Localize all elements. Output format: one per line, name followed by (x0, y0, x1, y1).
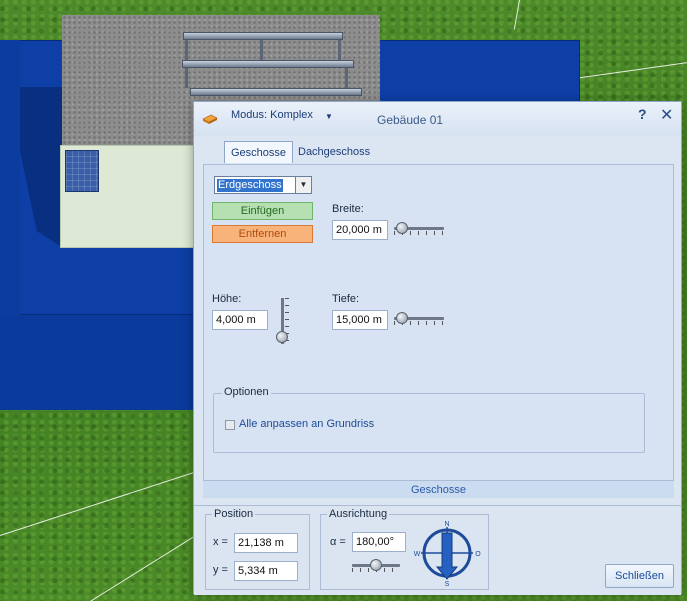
dialog-title: Gebäude 01 (377, 113, 444, 127)
orientation-slider[interactable] (352, 559, 400, 573)
orientation-legend: Ausrichtung (327, 508, 390, 520)
compass-o: O (475, 551, 481, 558)
remove-floor-button[interactable]: Entfernen (212, 225, 313, 243)
slider-thumb[interactable] (396, 222, 408, 234)
dialog-titlebar[interactable]: Modus: Komplex ▼ Gebäude 01 ? ✕ (194, 102, 681, 136)
solar-rack-leg (260, 40, 263, 60)
solar-rack-leg (345, 68, 348, 88)
solar-rack (183, 32, 343, 40)
ground-grid-line (513, 0, 520, 30)
building-base-front (0, 315, 200, 410)
alpha-label: α = (330, 536, 346, 548)
y-label: y = (213, 564, 228, 576)
slider-thumb[interactable] (396, 312, 408, 324)
width-input[interactable]: 20,000 m (332, 220, 388, 240)
building-side-left (0, 40, 20, 315)
depth-slider[interactable] (394, 312, 444, 326)
position-legend: Position (212, 508, 256, 520)
close-button[interactable]: Schließen (605, 564, 674, 588)
height-slider[interactable] (276, 298, 290, 344)
section-footer: Geschosse (203, 480, 674, 498)
slider-thumb[interactable] (370, 559, 382, 571)
close-icon[interactable]: ✕ (660, 105, 673, 125)
solar-rack-leg (338, 40, 341, 60)
chevron-down-icon[interactable]: ▼ (325, 112, 333, 121)
width-slider[interactable] (394, 222, 444, 236)
tab-geschosse[interactable]: Geschosse (224, 141, 294, 163)
depth-input[interactable]: 15,000 m (332, 310, 388, 330)
y-input[interactable]: 5,334 m (234, 561, 298, 581)
floor-select[interactable]: Erdgeschoss ▼ (214, 176, 312, 194)
position-group: Position x = 21,138 m y = 5,334 m (205, 508, 310, 590)
chevron-down-icon[interactable]: ▼ (295, 177, 311, 193)
floor-select-value: Erdgeschoss (217, 179, 283, 192)
height-input[interactable]: 4,000 m (212, 310, 268, 330)
options-legend: Optionen (222, 386, 271, 398)
building-app-icon (202, 114, 218, 124)
compass-w: W (414, 551, 421, 558)
building-dialog: Modus: Komplex ▼ Gebäude 01 ? ✕ Geschoss… (193, 101, 682, 595)
help-button[interactable]: ? (638, 106, 647, 122)
tab-dachgeschoss[interactable]: Dachgeschoss (292, 141, 376, 163)
alpha-input[interactable]: 180,00° (352, 532, 406, 552)
width-label: Breite: (332, 203, 364, 215)
compass-n: N (444, 521, 449, 528)
fit-to-outline-label[interactable]: Alle anpassen an Grundriss (239, 418, 374, 430)
solar-rack-leg (185, 40, 188, 60)
solar-rack (190, 88, 362, 96)
fit-to-outline-checkbox[interactable] (225, 420, 235, 430)
compass-s: S (445, 581, 450, 587)
depth-label: Tiefe: (332, 293, 360, 305)
solar-rack (182, 60, 354, 68)
x-label: x = (213, 536, 228, 548)
insert-floor-button[interactable]: Einfügen (212, 202, 313, 220)
options-group: Optionen Alle anpassen an Grundriss (213, 386, 645, 453)
height-label: Höhe: (212, 293, 242, 305)
window (65, 150, 99, 192)
solar-rack-leg (185, 68, 188, 88)
orientation-group: Ausrichtung α = 180,00° N O S W (320, 508, 489, 590)
slider-thumb[interactable] (276, 331, 288, 343)
mode-selector-label[interactable]: Modus: Komplex (231, 109, 313, 121)
compass-icon[interactable]: N O S W (411, 517, 483, 587)
x-input[interactable]: 21,138 m (234, 533, 298, 553)
